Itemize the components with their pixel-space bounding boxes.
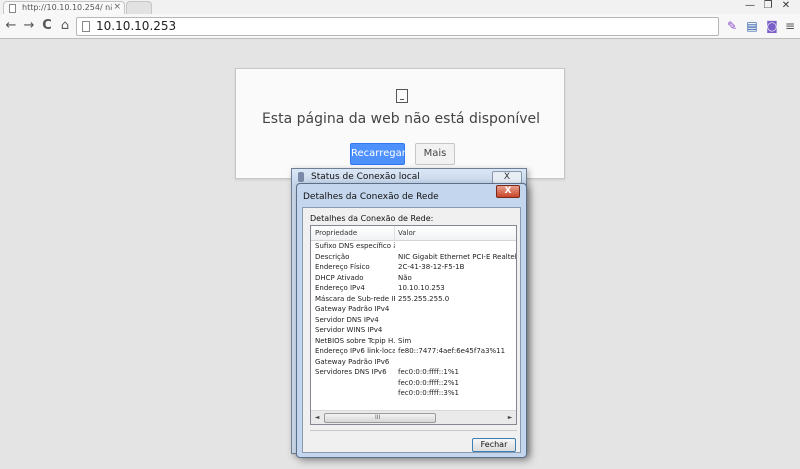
list-row[interactable]: Sufixo DNS específico à... bbox=[311, 242, 516, 253]
property-cell: NetBIOS sobre Tcpip H... bbox=[315, 336, 395, 345]
scroll-thumb[interactable]: III bbox=[324, 413, 436, 423]
property-cell: Endereço IPv4 bbox=[315, 284, 365, 292]
list-rows: Sufixo DNS específico à... Descrição NIC … bbox=[311, 242, 516, 400]
value-cell: fec0:0:0:ffff::3%1 bbox=[398, 389, 459, 397]
status-dialog-title: Status de Conexão local bbox=[311, 172, 420, 182]
property-cell: Sufixo DNS específico à... bbox=[315, 242, 395, 250]
list-row[interactable]: Endereço IPv6 link-local fe80::7477:4aef:… bbox=[311, 347, 516, 358]
new-tab-button[interactable] bbox=[126, 1, 152, 15]
back-button[interactable]: ← bbox=[3, 18, 19, 34]
column-header-value[interactable]: Valor bbox=[398, 229, 416, 237]
value-cell: fe80::7477:4aef:6e45f7a3%11 bbox=[398, 347, 506, 355]
value-cell: 2C-41-38-12-F5-1B bbox=[398, 263, 465, 271]
list-row[interactable]: Gateway Padrão IPv6 bbox=[311, 358, 516, 369]
reload-icon[interactable]: C bbox=[39, 18, 55, 34]
list-row[interactable]: Servidores DNS IPv6 fec0:0:0:ffff::1%1 bbox=[311, 368, 516, 379]
minimize-button[interactable]: — bbox=[742, 0, 758, 13]
sad-page-icon bbox=[396, 89, 408, 103]
details-dialog-title: Detalhes da Conexão de Rede bbox=[303, 192, 439, 202]
list-row[interactable]: Gateway Padrão IPv4 bbox=[311, 305, 516, 316]
property-cell: DHCP Ativado bbox=[315, 273, 364, 282]
page-icon bbox=[82, 21, 90, 32]
value-cell: 255.255.255.0 bbox=[398, 294, 450, 303]
list-row[interactable]: Endereço IPv4 10.10.10.253 bbox=[311, 284, 516, 295]
list-row[interactable]: fec0:0:0:ffff::2%1 bbox=[311, 379, 516, 390]
details-dialog: Detalhes da Conexão de Rede X Detalhes d… bbox=[296, 183, 527, 458]
extension-icon[interactable]: ▤ bbox=[744, 18, 760, 34]
list-row[interactable]: Descrição NIC Gigabit Ethernet PCI-E Real… bbox=[311, 253, 516, 264]
property-cell: Gateway Padrão IPv4 bbox=[315, 305, 390, 313]
details-close-button[interactable]: X bbox=[496, 185, 520, 198]
value-cell: Não bbox=[398, 273, 412, 282]
tab-strip: http://10.10.10.254/ não c × — ❐ ✕ bbox=[0, 0, 800, 15]
details-list[interactable]: Propriedade Valor Sufixo DNS específico … bbox=[310, 225, 517, 425]
list-row[interactable]: Servidor DNS IPv4 bbox=[311, 316, 516, 327]
value-cell: Sim bbox=[398, 336, 412, 345]
reload-button[interactable]: Recarregar bbox=[350, 143, 406, 165]
extension-icon[interactable]: ◙ bbox=[764, 18, 780, 34]
column-divider[interactable] bbox=[394, 226, 395, 241]
list-row[interactable]: Endereço Físico 2C-41-38-12-F5-1B bbox=[311, 263, 516, 274]
browser-tab[interactable]: http://10.10.10.254/ não c × bbox=[3, 1, 125, 15]
property-cell: Máscara de Sub-rede IP... bbox=[315, 294, 395, 303]
divider bbox=[310, 430, 517, 431]
more-button[interactable]: Mais bbox=[415, 143, 455, 165]
value-cell: 10.10.10.253 bbox=[398, 284, 445, 292]
menu-icon[interactable]: ≡ bbox=[782, 18, 798, 34]
column-header-property[interactable]: Propriedade bbox=[315, 229, 357, 237]
property-cell: Endereço IPv6 link-local bbox=[315, 347, 395, 355]
horizontal-scrollbar[interactable]: ◄ III ► bbox=[311, 410, 516, 424]
details-dialog-titlebar[interactable]: Detalhes da Conexão de Rede X bbox=[297, 184, 526, 206]
property-cell: Gateway Padrão IPv6 bbox=[315, 357, 390, 366]
error-title: Esta página da web não está disponível bbox=[261, 111, 541, 127]
list-row[interactable]: Máscara de Sub-rede IP... 255.255.255.0 bbox=[311, 295, 516, 306]
tab-close-icon[interactable]: × bbox=[113, 2, 121, 12]
scroll-right-icon[interactable]: ► bbox=[505, 413, 515, 423]
property-cell: Endereço Físico bbox=[315, 263, 370, 271]
tab-title: http://10.10.10.254/ não c bbox=[22, 3, 112, 12]
details-dialog-body: Detalhes da Conexão de Rede: Propriedade… bbox=[302, 207, 521, 453]
value-cell: fec0:0:0:ffff::1%1 bbox=[398, 368, 459, 376]
page-icon bbox=[9, 4, 16, 13]
browser-toolbar: ← → C ⌂ 10.10.10.253 ✎ ▤ ◙ ≡ bbox=[0, 14, 800, 39]
maximize-button[interactable]: ❐ bbox=[760, 0, 776, 13]
pen-extension-icon[interactable]: ✎ bbox=[724, 18, 740, 34]
list-header: Propriedade Valor bbox=[311, 226, 516, 241]
scroll-grip: III bbox=[375, 414, 381, 421]
close-button[interactable]: Fechar bbox=[472, 438, 516, 452]
scroll-left-icon[interactable]: ◄ bbox=[312, 413, 322, 423]
list-row[interactable]: Servidor WINS IPv4 bbox=[311, 326, 516, 337]
home-icon[interactable]: ⌂ bbox=[57, 18, 73, 34]
list-row[interactable]: fec0:0:0:ffff::3%1 bbox=[311, 389, 516, 400]
list-row[interactable]: DHCP Ativado Não bbox=[311, 274, 516, 285]
error-card: Esta página da web não está disponível R… bbox=[235, 68, 565, 179]
value-cell: NIC Gigabit Ethernet PCI-E Realtek Famíl… bbox=[398, 252, 516, 261]
forward-button[interactable]: → bbox=[21, 18, 37, 34]
property-cell: Servidor DNS IPv4 bbox=[315, 315, 379, 324]
close-window-button[interactable]: ✕ bbox=[778, 0, 794, 13]
property-cell: Servidores DNS IPv6 bbox=[315, 368, 387, 376]
section-label: Detalhes da Conexão de Rede: bbox=[310, 214, 434, 223]
network-icon bbox=[298, 172, 304, 182]
address-bar[interactable]: 10.10.10.253 bbox=[76, 17, 719, 36]
url-text: 10.10.10.253 bbox=[96, 19, 177, 33]
property-cell: Servidor WINS IPv4 bbox=[315, 326, 383, 334]
value-cell: fec0:0:0:ffff::2%1 bbox=[398, 378, 459, 387]
list-row[interactable]: NetBIOS sobre Tcpip H... Sim bbox=[311, 337, 516, 348]
property-cell: Descrição bbox=[315, 252, 350, 261]
